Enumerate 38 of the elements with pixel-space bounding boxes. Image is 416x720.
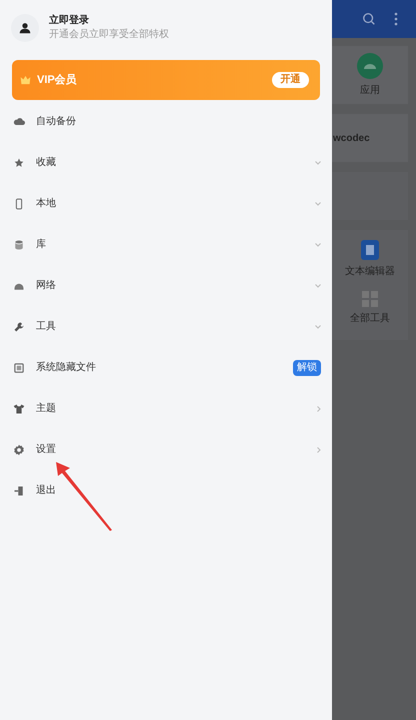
- chevron-down-icon: [315, 324, 321, 328]
- unlock-badge: 解锁: [293, 360, 321, 376]
- menu-item[interactable]: 本地: [0, 183, 332, 224]
- menu-item[interactable]: 网络: [0, 265, 332, 306]
- settings-icon: [13, 444, 25, 456]
- card-title: wcodec: [333, 132, 370, 146]
- vip-label: VIP会员: [37, 72, 77, 88]
- menu-item[interactable]: 系统隐藏文件 解锁: [0, 347, 332, 388]
- star-icon: [13, 156, 25, 168]
- phone-icon: [13, 198, 25, 210]
- cloud-icon: [13, 116, 25, 128]
- exit-icon: [13, 484, 25, 496]
- shirt-icon: [13, 402, 25, 414]
- chevron-down-icon: [315, 160, 321, 164]
- wrench-icon: [13, 320, 25, 332]
- login-title[interactable]: 立即登录: [49, 15, 169, 27]
- menu-item[interactable]: 主题: [0, 388, 332, 429]
- menu-item[interactable]: 设置: [0, 429, 332, 470]
- chevron-down-icon: [315, 242, 321, 246]
- menu-item[interactable]: 自动备份: [0, 101, 332, 142]
- chevron-down-icon: [315, 284, 321, 288]
- chevron-down-icon: [315, 202, 321, 206]
- chevron-right-icon: [317, 446, 321, 452]
- menu-item[interactable]: 退出: [0, 470, 332, 511]
- stack-icon: [13, 238, 25, 250]
- android-icon: [357, 52, 383, 78]
- menu-item[interactable]: 工具: [0, 306, 332, 347]
- crown-icon: [20, 75, 31, 85]
- avatar[interactable]: [11, 14, 39, 42]
- login-subtitle: 开通会员立即享受全部特权: [49, 29, 169, 41]
- square-icon: [13, 362, 25, 374]
- more-icon[interactable]: [394, 12, 398, 26]
- chevron-right-icon: [317, 406, 321, 412]
- menu-item[interactable]: 库: [0, 224, 332, 265]
- search-icon[interactable]: [362, 12, 376, 26]
- menu-item[interactable]: 收藏: [0, 142, 332, 183]
- document-icon[interactable]: [361, 240, 379, 260]
- person-icon: [19, 22, 31, 34]
